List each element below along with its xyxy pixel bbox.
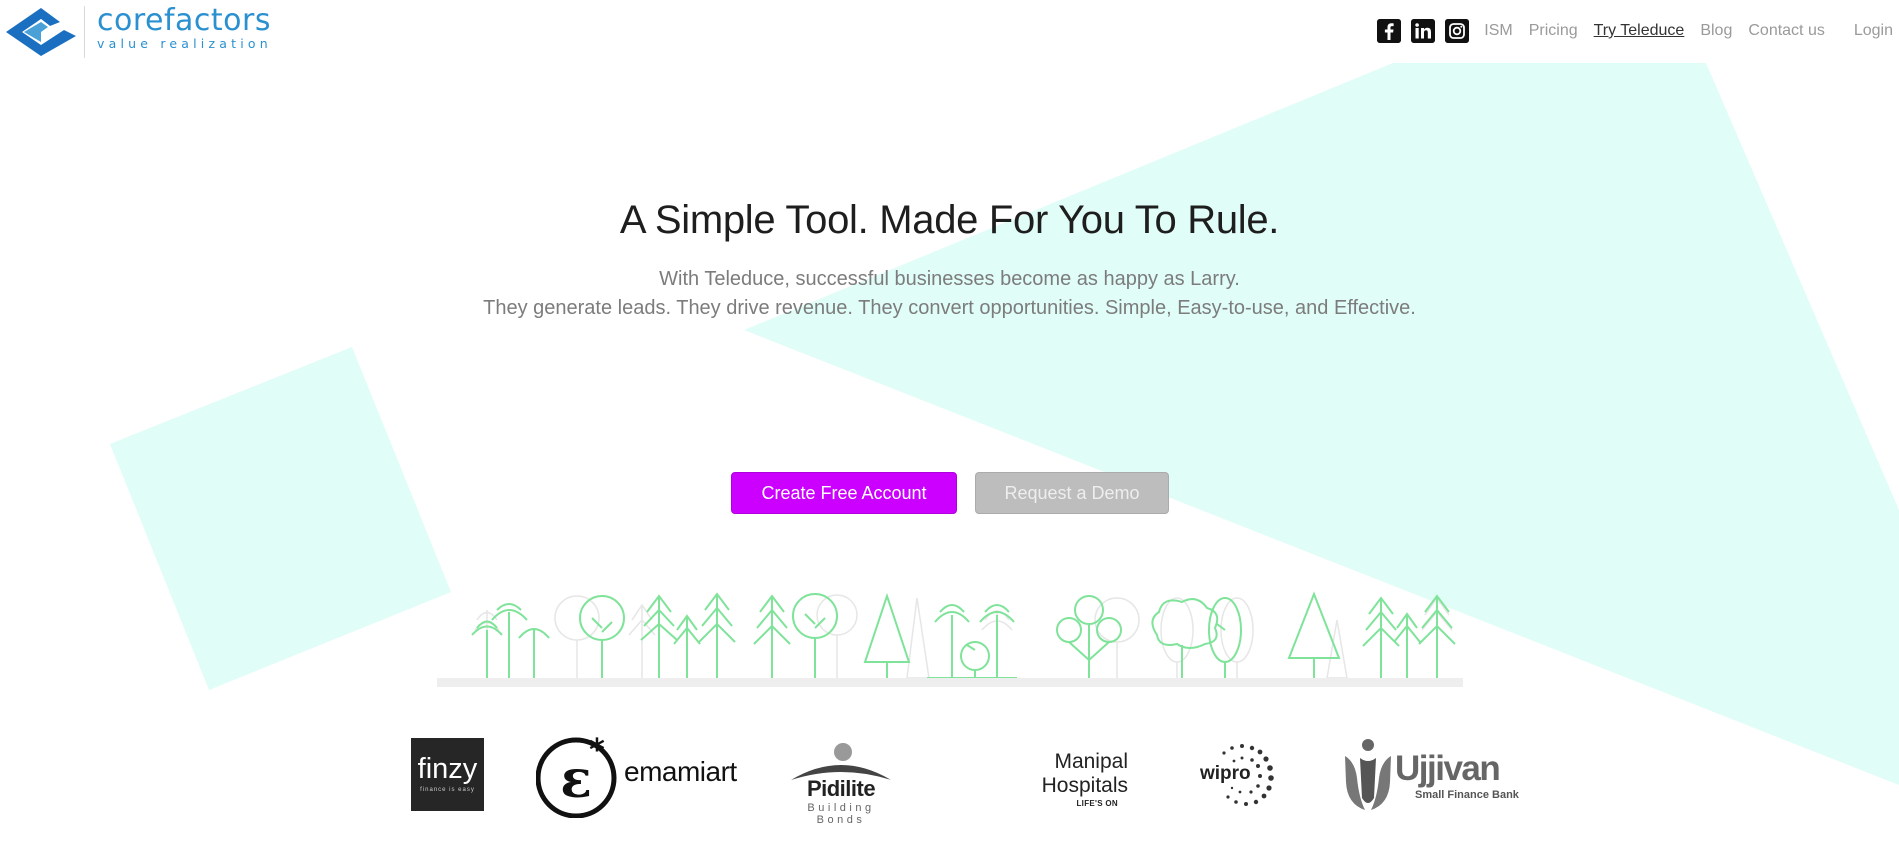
emamiart-emblem-icon: ε *	[536, 734, 617, 818]
nav-ism[interactable]: ISM	[1484, 22, 1512, 40]
svg-text:ε: ε	[560, 749, 592, 810]
logo-divider	[84, 6, 85, 58]
manipal-line2: Hospitals	[1041, 774, 1128, 797]
wipro-name: wipro	[1198, 763, 1253, 784]
manipal-tag: LIFE'S ON	[1076, 799, 1118, 808]
nav-pricing[interactable]: Pricing	[1529, 22, 1578, 40]
main-nav: ISM Pricing Try Teleduce Blog Contact us…	[1377, 16, 1899, 46]
corefactors-logo-icon	[6, 8, 76, 56]
linkedin-icon[interactable]	[1411, 19, 1436, 43]
client-logo-pidilite: Pidilite Building Bonds	[782, 742, 900, 826]
background-shapes	[110, 63, 1899, 785]
nav-blog[interactable]: Blog	[1700, 22, 1732, 40]
hero-subline-2: They generate leads. They drive revenue.…	[483, 297, 1416, 319]
finzy-name: finzy	[417, 753, 478, 785]
ujjivan-tag: Small Finance Bank	[1415, 789, 1519, 801]
client-logo-emamiart: ε * emamiart	[536, 734, 737, 818]
facebook-icon[interactable]	[1377, 19, 1402, 43]
nav-try-teleduce[interactable]: Try Teleduce	[1594, 22, 1685, 40]
svg-text:*: *	[589, 734, 605, 768]
client-logos: finzy finance is easy ε * emamiart Pidil…	[0, 730, 1899, 830]
client-logo-finzy: finzy finance is easy	[411, 738, 484, 811]
pidilite-name: Pidilite	[806, 776, 876, 801]
ujjivan-name: Ujjivan	[1395, 749, 1501, 788]
corefactors-logo[interactable]: corefactors value realization	[4, 6, 272, 58]
mint-square-shape	[110, 347, 451, 690]
hero-headline: A Simple Tool. Made For You To Rule.	[619, 198, 1280, 242]
nav-login[interactable]: Login	[1854, 22, 1893, 40]
site-header: corefactors value realization ISM Pricin…	[0, 0, 1899, 62]
create-free-account-button[interactable]: Create Free Account	[731, 472, 957, 514]
client-logo-wipro: wipro	[1194, 736, 1280, 816]
logo-name: corefactors	[97, 3, 272, 38]
manipal-line1: Manipal	[1054, 750, 1128, 773]
client-logo-manipal: Manipal Hospitals LIFE'S ON	[1008, 750, 1128, 814]
ujjivan-emblem-icon	[1345, 739, 1391, 810]
request-demo-button[interactable]: Request a Demo	[975, 472, 1169, 514]
nav-contact-us[interactable]: Contact us	[1748, 22, 1824, 40]
client-logo-ujjivan: Ujjivan Small Finance Bank	[1343, 738, 1533, 818]
ground-bar	[437, 678, 1463, 687]
trees-illustration	[437, 591, 1463, 687]
instagram-icon[interactable]	[1445, 19, 1470, 43]
finzy-tag: finance is easy	[420, 787, 475, 793]
emamiart-name: emamiart	[624, 756, 737, 787]
pidilite-tag: Building Bonds	[807, 802, 875, 826]
hero-subline-1: With Teleduce, successful businesses bec…	[659, 268, 1240, 290]
logo-tagline: value realization	[97, 36, 272, 51]
